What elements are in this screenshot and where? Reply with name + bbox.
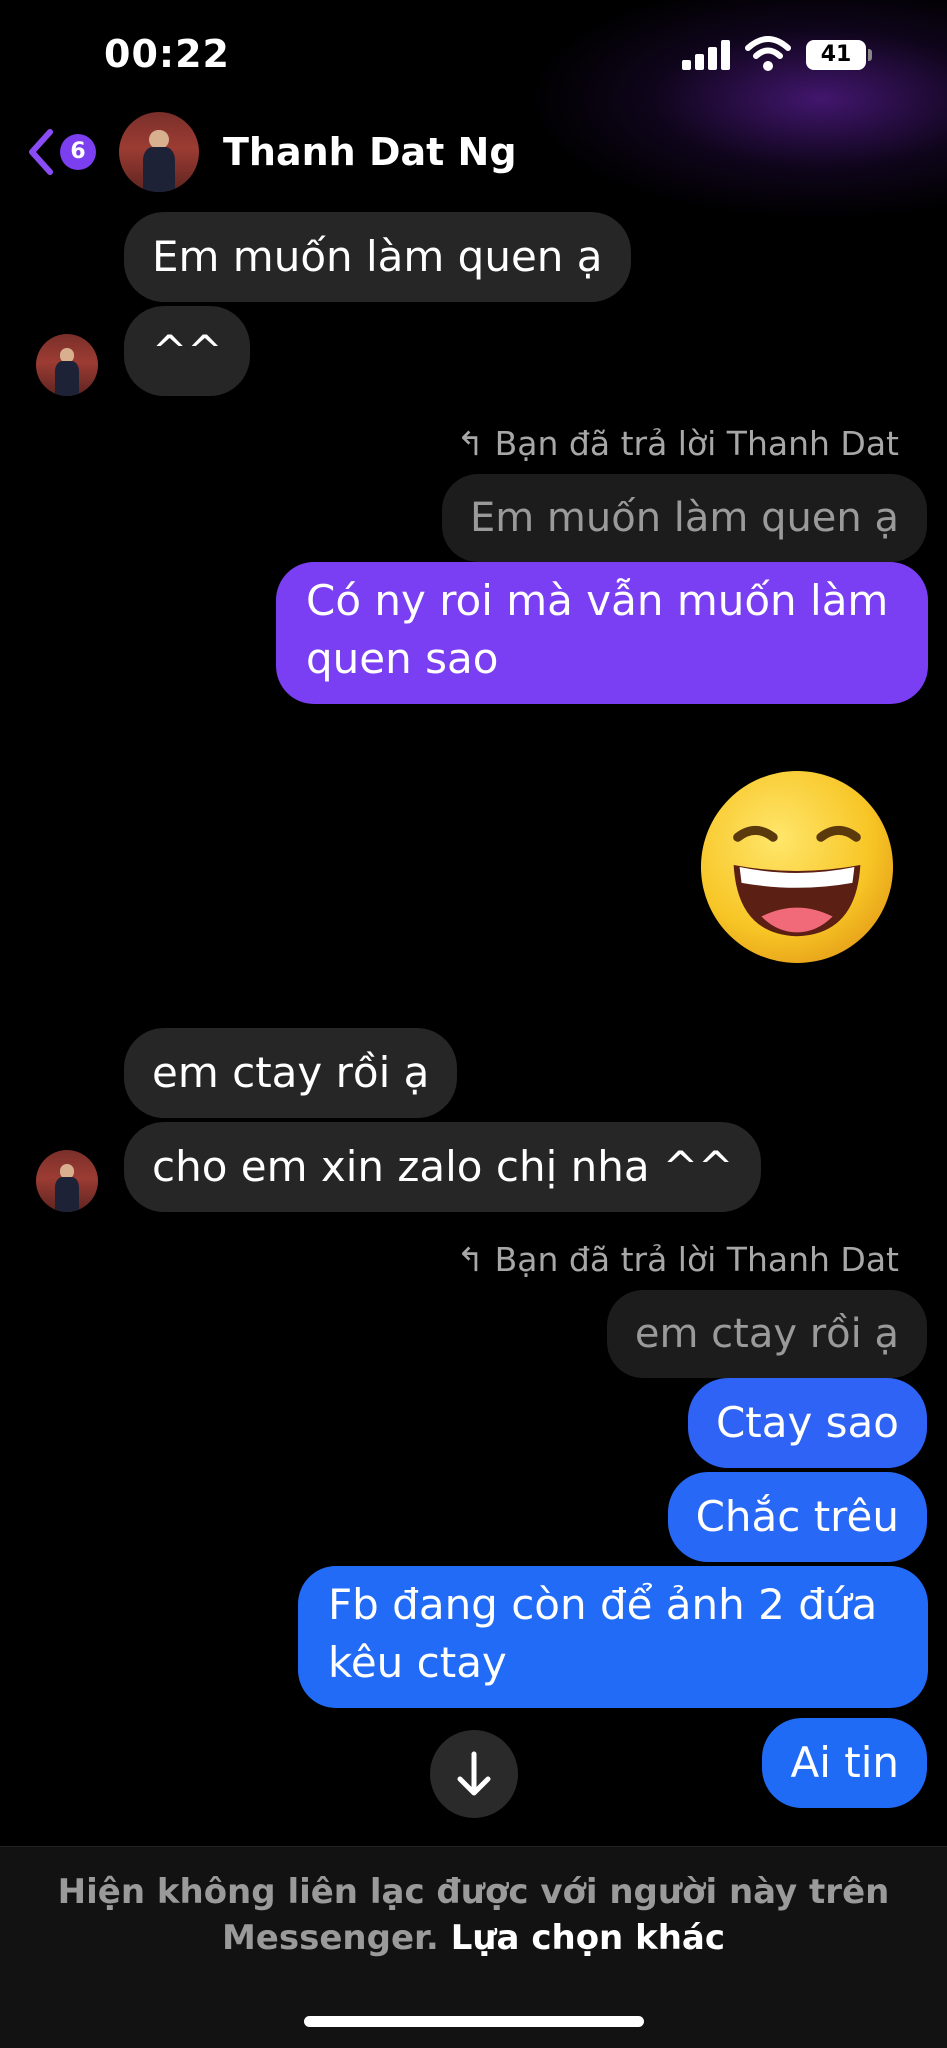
received-message[interactable]: Em muốn làm quen ạ: [124, 212, 631, 302]
reply-label: ↰ Bạn đã trả lời Thanh Dat: [456, 424, 900, 463]
sent-message[interactable]: Chắc trêu: [667, 1472, 927, 1562]
sent-message[interactable]: Fb đang còn để ảnh 2 đứa kêu ctay: [298, 1566, 928, 1708]
sent-message[interactable]: Ctay sao: [687, 1378, 927, 1468]
sent-message-line: Có ny roi mà vẫn muốn làm: [306, 576, 889, 625]
arrow-down-icon: [457, 1751, 491, 1796]
reply-quote[interactable]: em ctay rồi ạ: [606, 1290, 927, 1378]
notice-line-text: Messenger.: [221, 1918, 439, 1958]
contact-avatar[interactable]: [119, 112, 199, 192]
back-button[interactable]: 6: [26, 128, 96, 176]
sender-avatar[interactable]: [36, 1150, 98, 1212]
back-chevron-icon: [29, 129, 53, 175]
status-bar: 00:22 41: [0, 0, 947, 110]
reply-label: ↰ Bạn đã trả lời Thanh Dat: [456, 1240, 900, 1279]
sent-message[interactable]: Ai tin: [762, 1718, 927, 1808]
notice-line: Messenger. Lựa chọn khác: [0, 1915, 947, 1961]
battery-icon: 41: [806, 40, 866, 70]
battery-tip: [868, 49, 872, 61]
signal-icon: [682, 38, 732, 70]
sent-message-line: kêu ctay: [328, 1638, 507, 1687]
sender-avatar[interactable]: [36, 334, 98, 396]
reply-arrow-icon: ↰: [456, 424, 495, 463]
wifi-icon: [745, 36, 791, 71]
unread-badge: 6: [60, 134, 96, 170]
received-message[interactable]: cho em xin zalo chị nha ^^: [124, 1122, 762, 1212]
scroll-to-bottom-button[interactable]: [430, 1730, 518, 1818]
reply-quote[interactable]: Em muốn làm quen ạ: [441, 474, 927, 562]
contact-name[interactable]: Thanh Dat Ng: [223, 130, 517, 174]
status-time: 00:22: [104, 32, 230, 76]
sent-message[interactable]: Có ny roi mà vẫn muốn làm quen sao: [276, 562, 928, 704]
sent-message-line: Fb đang còn để ảnh 2 đứa: [328, 1580, 878, 1629]
laughing-emoji-icon[interactable]: [698, 768, 896, 966]
reply-arrow-icon: ↰: [456, 1240, 495, 1279]
notice-text: Hiện không liên lạc được với người này t…: [0, 1869, 947, 1961]
other-options-link[interactable]: Lựa chọn khác: [451, 1918, 725, 1958]
received-message[interactable]: em ctay rồi ạ: [124, 1028, 458, 1118]
received-message[interactable]: ^^: [124, 306, 251, 396]
notice-line: Hiện không liên lạc được với người này t…: [57, 1872, 890, 1912]
home-indicator[interactable]: [304, 2016, 644, 2027]
sent-message-line: quen sao: [306, 634, 499, 683]
